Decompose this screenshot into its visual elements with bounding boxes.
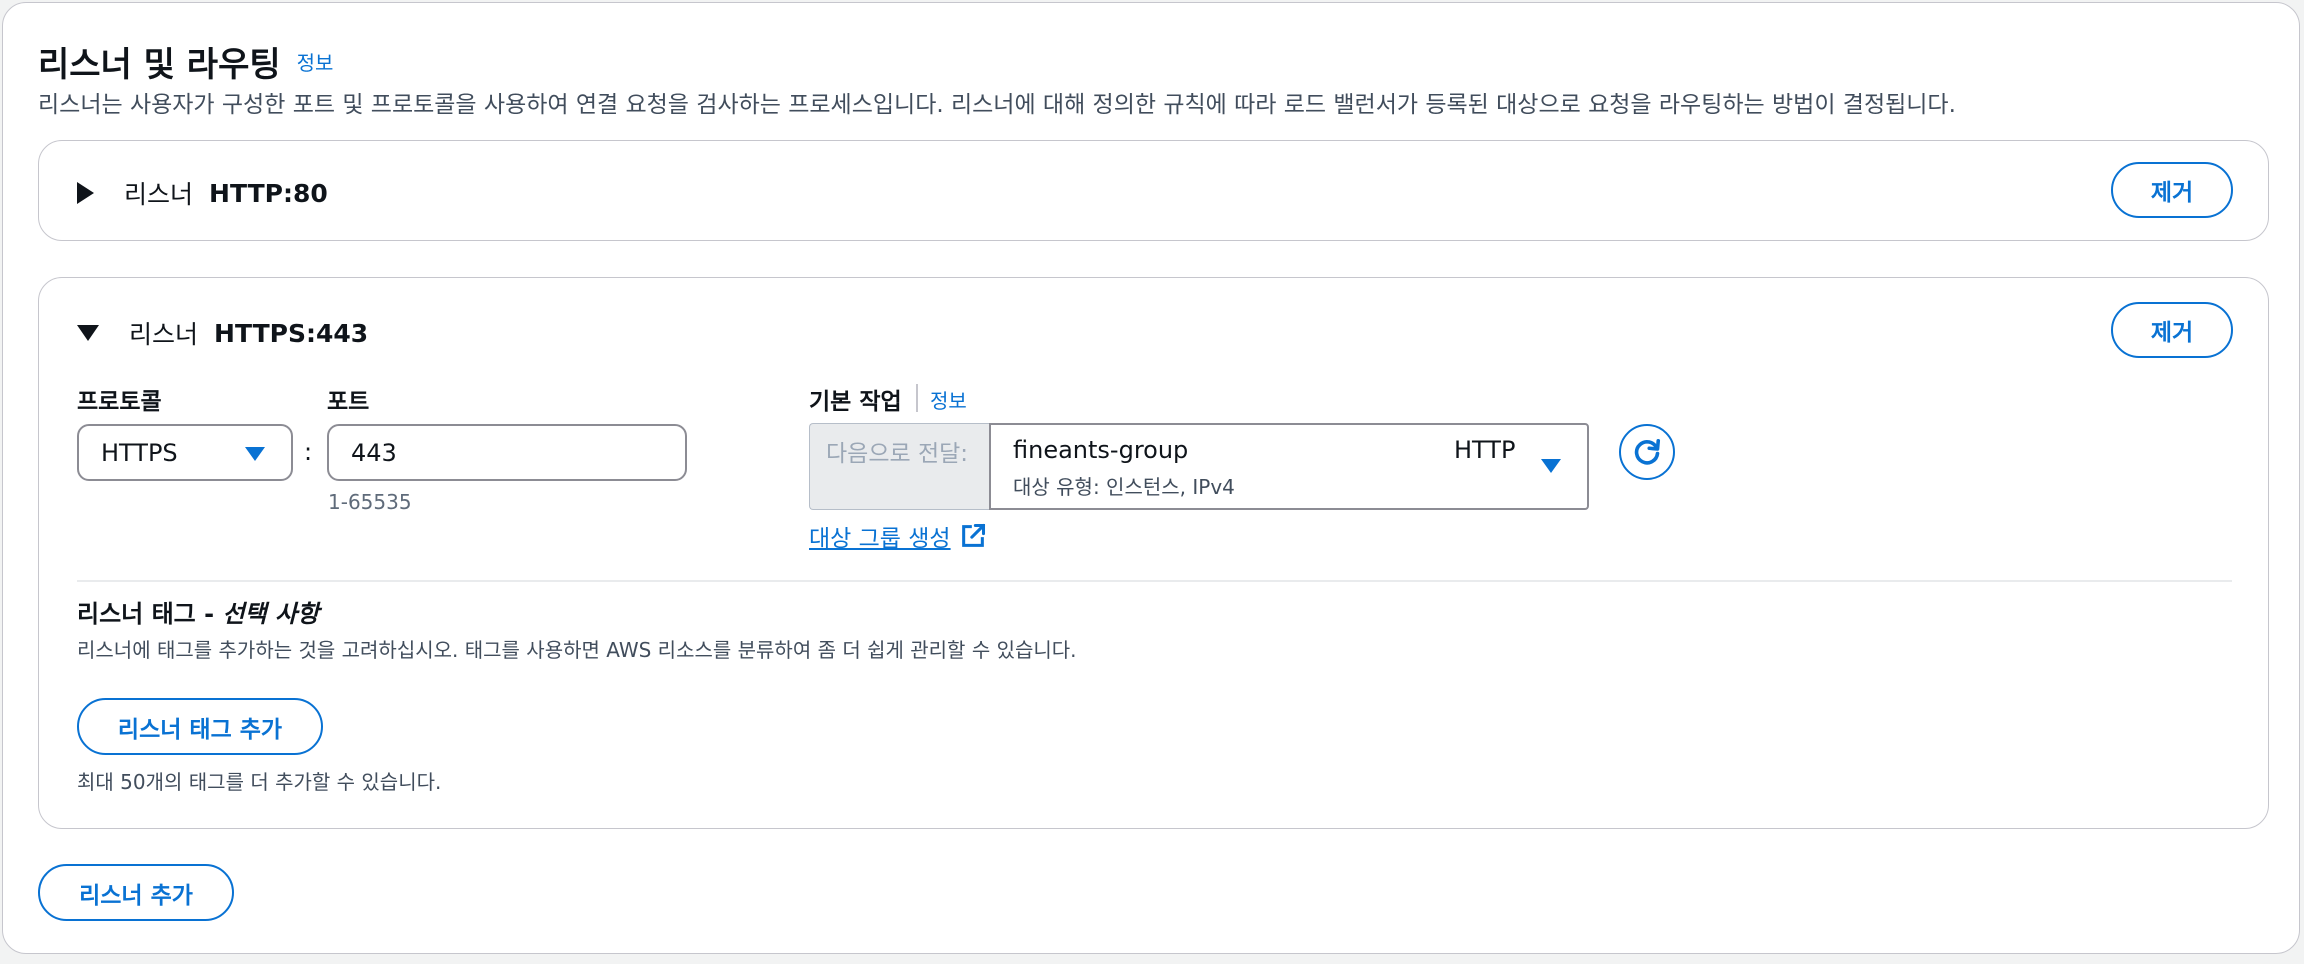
port-input-value: 443	[351, 438, 397, 467]
listener-header[interactable]: 리스너 HTTP:80	[77, 175, 328, 211]
section-divider	[77, 580, 2232, 582]
listener-protocol-port: HTTP:80	[209, 178, 328, 208]
listener-card-https-443: 리스너 HTTPS:443 제거 프로토콜 HTTPS : 포트 443 1-6…	[38, 277, 2269, 829]
listener-label: 리스너	[124, 180, 194, 209]
label-divider	[916, 384, 918, 412]
create-target-group-link[interactable]: 대상 그룹 생성	[809, 519, 987, 553]
tags-title-text: 리스너 태그 -	[77, 600, 223, 628]
remove-listener-button[interactable]: 제거	[2111, 302, 2233, 358]
tags-limit-text: 최대 50개의 태그를 더 추가할 수 있습니다.	[77, 770, 442, 794]
caret-right-icon[interactable]	[77, 182, 94, 204]
tags-title-optional: 선택 사항	[222, 600, 320, 628]
external-link-icon	[961, 523, 985, 547]
target-group-name: fineants-group	[1013, 436, 1189, 464]
listener-card-http-80: 리스너 HTTP:80 제거	[38, 140, 2269, 241]
listener-label: 리스너	[129, 320, 199, 349]
port-input[interactable]: 443	[327, 424, 687, 481]
listener-tags-description: 리스너에 태그를 추가하는 것을 고려하십시오. 태그를 사용하면 AWS 리소…	[77, 638, 1077, 662]
protocol-select[interactable]: HTTPS	[77, 424, 293, 481]
dropdown-icon	[1541, 459, 1561, 473]
section-description: 리스너는 사용자가 구성한 포트 및 프로토콜을 사용하여 연결 요청을 검사하…	[38, 92, 1956, 118]
listener-header[interactable]: 리스너 HTTPS:443	[77, 315, 368, 351]
protocol-label: 프로토콜	[77, 389, 162, 415]
dropdown-icon	[245, 447, 265, 461]
listener-tags-title: 리스너 태그 - 선택 사항	[77, 594, 319, 629]
target-group-type: 대상 유형: 인스턴스, IPv4	[1013, 475, 1235, 499]
forward-prefix: 다음으로 전달:	[809, 423, 989, 510]
target-group-protocol: HTTP	[1454, 436, 1516, 464]
caret-down-icon[interactable]	[77, 325, 99, 341]
listeners-routing-panel: 리스너 및 라우팅 정보 리스너는 사용자가 구성한 포트 및 프로토콜을 사용…	[2, 2, 2300, 954]
listener-protocol-port: HTTPS:443	[214, 318, 369, 348]
add-listener-button[interactable]: 리스너 추가	[38, 864, 234, 921]
port-hint: 1-65535	[328, 490, 412, 514]
target-group-select[interactable]: fineants-group 대상 유형: 인스턴스, IPv4 HTTP	[989, 423, 1589, 510]
section-title: 리스너 및 라우팅	[38, 45, 281, 85]
section-header: 리스너 및 라우팅 정보	[38, 37, 333, 86]
refresh-icon	[1634, 438, 1661, 465]
port-label: 포트	[327, 389, 370, 415]
add-listener-tag-button[interactable]: 리스너 태그 추가	[77, 698, 323, 755]
refresh-button[interactable]	[1619, 424, 1675, 480]
create-target-group-label: 대상 그룹 생성	[809, 526, 951, 552]
default-action-group: 다음으로 전달: fineants-group 대상 유형: 인스턴스, IPv…	[809, 423, 1589, 510]
default-action-info-link[interactable]: 정보	[930, 385, 967, 414]
remove-listener-button[interactable]: 제거	[2111, 162, 2233, 218]
protocol-select-value: HTTPS	[101, 438, 178, 467]
default-action-label: 기본 작업	[809, 389, 902, 415]
colon-separator: :	[304, 438, 313, 466]
info-link[interactable]: 정보	[297, 47, 334, 76]
